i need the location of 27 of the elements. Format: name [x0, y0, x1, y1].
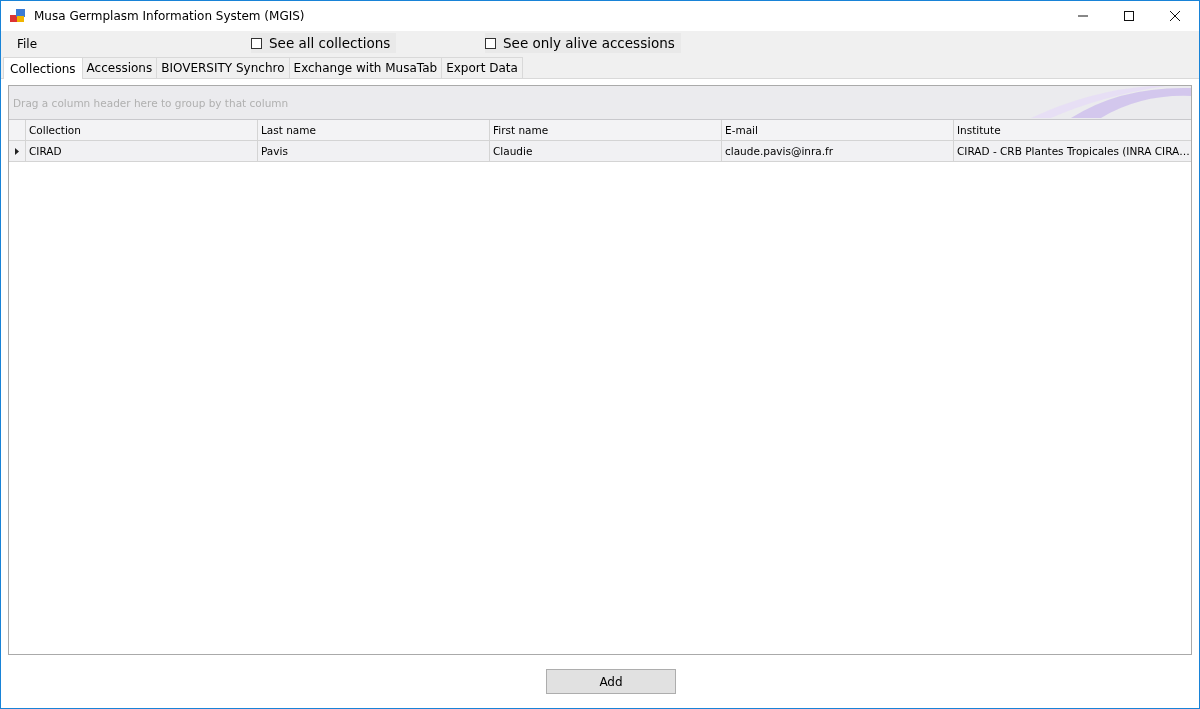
app-icon — [10, 9, 26, 23]
tab[interactable]: Export Data — [441, 57, 523, 78]
table-cell: Claudie — [490, 141, 722, 161]
close-icon[interactable] — [1169, 10, 1181, 22]
table-cell: claude.pavis@inra.fr — [722, 141, 954, 161]
column-header[interactable]: Collection — [26, 120, 258, 140]
group-panel-hint: Drag a column header here to group by that column — [12, 96, 289, 109]
table-cell: CIRAD — [26, 141, 258, 161]
tab[interactable]: BIOVERSITY Synchro — [156, 57, 290, 78]
row-indicator-icon — [15, 147, 19, 155]
add-button[interactable]: Add — [546, 669, 676, 694]
table-row[interactable]: CIRAD Pavis Claudie claude.pavis@inra.fr CIRAD - CRB Plantes Tropicales (INRA CIRA… — [9, 141, 1191, 162]
menu-item[interactable]: File — [1, 36, 46, 51]
maximize-icon[interactable] — [1123, 10, 1135, 22]
table-cell-text: CIRAD - CRB Plantes Tropicales (INRA CIRA… — [956, 144, 1191, 159]
checkbox[interactable] — [485, 37, 496, 49]
table-cell: Pavis — [258, 141, 490, 161]
tab[interactable]: Collections — [3, 57, 83, 79]
window-title: Musa Germplasm Information System (MGIS) — [34, 9, 305, 23]
column-header[interactable]: First name — [490, 120, 722, 140]
column-header[interactable]: Institute — [954, 120, 1191, 140]
checkbox[interactable] — [251, 37, 262, 49]
checkbox-option[interactable]: See only alive accessions — [485, 33, 681, 53]
column-header[interactable]: E-mail — [722, 120, 954, 140]
checkbox-option[interactable]: See all collections — [251, 33, 397, 53]
column-header[interactable]: Last name — [258, 120, 490, 140]
tab[interactable]: Exchange with MusaTab — [288, 57, 443, 78]
